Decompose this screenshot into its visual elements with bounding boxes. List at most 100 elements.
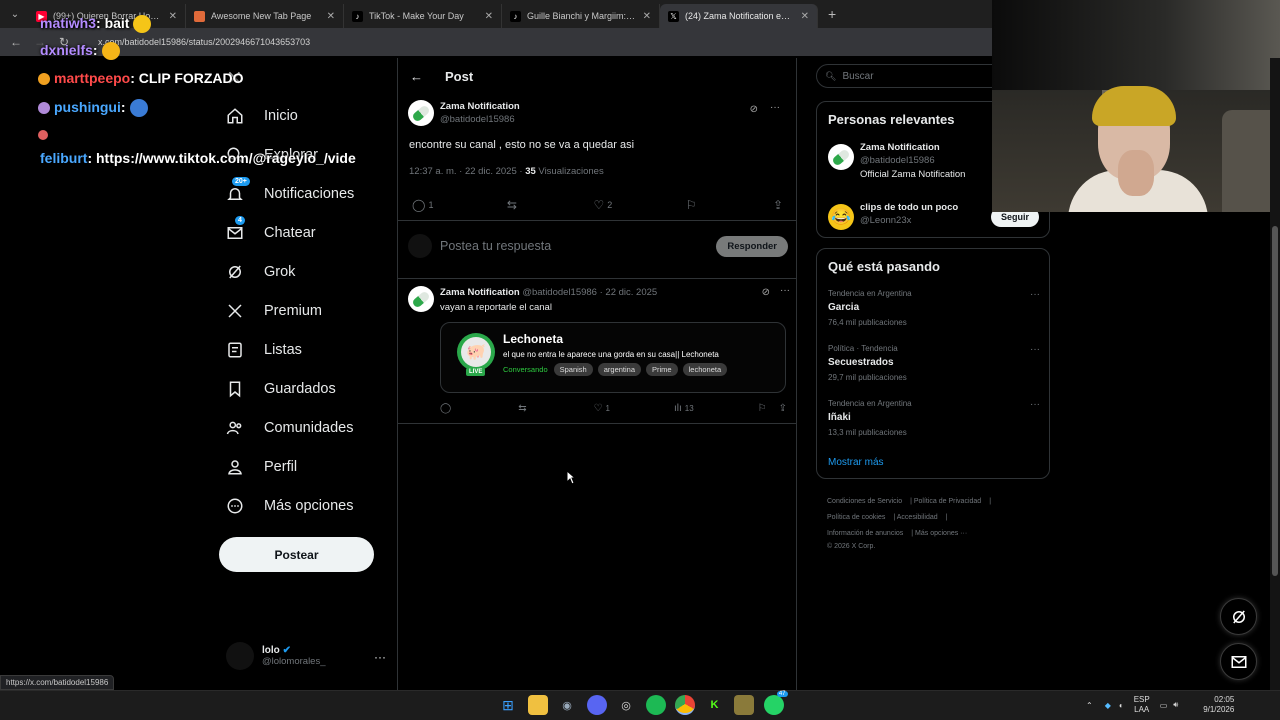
views-action[interactable]: ılı 13: [674, 403, 694, 414]
close-icon[interactable]: ✕: [485, 11, 493, 22]
whatsapp-icon[interactable]: 47: [763, 691, 788, 715]
author-handle[interactable]: @batidodel15986: [440, 114, 520, 125]
kick-icon[interactable]: K: [705, 695, 725, 715]
trend-item[interactable]: Política · Tendencia Secuestrados 29,7 m…: [828, 344, 1040, 382]
more-icon[interactable]: ···: [1030, 289, 1040, 300]
trend-item[interactable]: Tendencia en Argentina Iñaki 13,3 mil pu…: [828, 399, 1040, 437]
sidebar-item-listas[interactable]: Listas: [226, 335, 302, 365]
back-arrow-icon[interactable]: ←: [410, 69, 423, 84]
trend-item[interactable]: Tendencia en Argentina Garcia 76,4 mil p…: [828, 289, 1040, 327]
person-name: Zama Notification: [860, 142, 940, 153]
person-item[interactable]: Zama Notification @batidodel15986 Offici…: [828, 142, 965, 180]
like-action[interactable]: ♡ 2: [593, 198, 612, 212]
sidebar-item-premium[interactable]: Premium: [226, 296, 322, 326]
app-icon[interactable]: [734, 695, 754, 715]
messages-fab-button[interactable]: [1220, 643, 1257, 680]
close-icon[interactable]: ✕: [327, 11, 335, 22]
sidebar-item-notificaciones[interactable]: 20+ Notificaciones: [226, 177, 354, 209]
close-icon[interactable]: ✕: [169, 11, 177, 22]
grok-icon[interactable]: ⊘: [750, 104, 758, 115]
more-icon[interactable]: ···: [1030, 344, 1040, 355]
chevron-up-icon[interactable]: ⌃: [1086, 701, 1093, 710]
avatar[interactable]: [408, 286, 434, 312]
reply-input[interactable]: Postea tu respuesta: [440, 239, 716, 253]
chrome-icon[interactable]: [675, 695, 695, 715]
language-indicator[interactable]: ESP LAA: [1134, 695, 1150, 715]
person-item[interactable]: 😂 clips de todo un poco @Leonn23x: [828, 202, 958, 230]
more-icon[interactable]: ···: [374, 650, 386, 664]
bookmark-share[interactable]: ⚐ ⇪: [758, 403, 790, 414]
footer-link[interactable]: Accesibilidad: [897, 514, 938, 521]
divider: [398, 278, 796, 279]
display-icon[interactable]: ▭: [1160, 701, 1168, 710]
tab-search-icon[interactable]: ⌄: [2, 4, 28, 24]
stream-card[interactable]: 🐖 LIVE Lechoneta el que no entra le apar…: [440, 322, 786, 393]
reply-action[interactable]: ◯: [440, 403, 454, 414]
like-action[interactable]: ♡ 1: [594, 403, 610, 414]
browser-tab-active[interactable]: 𝕏 (24) Zama Notification en X: "e... ✕: [660, 4, 818, 28]
app-icon[interactable]: ◎: [616, 695, 636, 715]
more-icon[interactable]: ···: [780, 285, 790, 296]
sidebar-item-grok[interactable]: Grok: [226, 257, 295, 287]
copyright: © 2026 X Corp.: [827, 543, 876, 550]
tag[interactable]: Prime: [646, 363, 678, 376]
steam-icon[interactable]: ◉: [557, 695, 577, 715]
more-icon[interactable]: ···: [770, 102, 780, 113]
discord-icon[interactable]: [586, 695, 607, 715]
bookmark-icon: ⚐: [757, 403, 767, 414]
repost-action[interactable]: ⇆: [518, 403, 529, 414]
close-icon[interactable]: ✕: [801, 11, 809, 22]
close-icon[interactable]: ✕: [643, 11, 651, 22]
reply-button[interactable]: Responder: [716, 235, 788, 257]
sidebar-item-comunidades[interactable]: Comunidades: [226, 413, 353, 443]
search-icon: 🔍︎: [825, 70, 837, 81]
spotify-icon[interactable]: [645, 695, 666, 715]
verified-icon: ✔: [282, 645, 291, 656]
sidebar-item-chatear[interactable]: 4 Chatear: [226, 216, 316, 248]
url-field[interactable]: x.com/batidodel15986/status/200294667104…: [98, 37, 310, 47]
browser-tab[interactable]: Awesome New Tab Page ✕: [186, 4, 344, 28]
divider: [398, 220, 796, 221]
file-explorer-icon[interactable]: [527, 695, 548, 715]
repost-action[interactable]: ⇆: [507, 198, 520, 212]
back-icon[interactable]: ←: [4, 35, 28, 49]
whatsapp-badge: 47: [776, 691, 788, 697]
tray-app-icon[interactable]: ◐: [1119, 701, 1124, 710]
sidebar-item-perfil[interactable]: Perfil: [226, 452, 297, 482]
show-more-link[interactable]: Mostrar más: [828, 457, 884, 468]
author-name[interactable]: Zama Notification: [440, 101, 520, 112]
tag[interactable]: Spanish: [553, 363, 593, 376]
footer-link[interactable]: Política de cookies: [827, 514, 885, 521]
grok-icon[interactable]: ⊘: [762, 287, 770, 298]
post-button[interactable]: Postear: [219, 537, 374, 572]
network-app-icon[interactable]: ◆: [1105, 701, 1111, 710]
share-action[interactable]: ⇪: [773, 198, 786, 212]
windows-start-icon[interactable]: ⊞: [498, 695, 518, 715]
footer-link[interactable]: Condiciones de Servicio: [827, 498, 902, 505]
footer-link[interactable]: Más opciones ···: [915, 530, 967, 537]
card-tags: Conversando Spanish argentina Prime lech…: [503, 363, 732, 376]
scrollbar[interactable]: [1270, 58, 1280, 690]
avatar[interactable]: [408, 100, 434, 126]
new-tab-plus-icon[interactable]: +: [828, 6, 836, 22]
sidebar-item-guardados[interactable]: Guardados: [226, 374, 336, 404]
reply-action[interactable]: ◯ 1: [412, 198, 433, 212]
browser-tab[interactable]: ♪ Guille Bianchi y Margiim: Una M... ✕: [502, 4, 660, 28]
clock[interactable]: 02:05 9/1/2026: [1194, 695, 1234, 715]
account-switcher[interactable]: lolo ✔ @lolomorales_ ···: [226, 642, 386, 670]
more-icon[interactable]: ···: [1030, 399, 1040, 410]
grok-fab-button[interactable]: [1220, 598, 1257, 635]
volume-icon[interactable]: 🔊︎: [1173, 700, 1178, 710]
bookmark-action[interactable]: ⚐: [686, 198, 700, 212]
tag[interactable]: lechoneta: [682, 363, 728, 376]
footer-link[interactable]: Política de Privacidad: [914, 498, 981, 505]
x-logo-icon: 𝕏: [668, 10, 679, 22]
sidebar-item-mas-opciones[interactable]: Más opciones: [226, 491, 353, 521]
person-icon: [226, 458, 244, 476]
browser-tab[interactable]: ♪ TikTok - Make Your Day ✕: [344, 4, 502, 28]
sidebar-item-inicio[interactable]: Inicio: [226, 101, 298, 131]
footer-link[interactable]: Información de anuncios: [827, 530, 903, 537]
tag[interactable]: argentina: [597, 363, 642, 376]
reply-text: vayan a reportarle el canal: [440, 302, 552, 313]
reply-composer: Postea tu respuesta Responder: [408, 234, 788, 258]
